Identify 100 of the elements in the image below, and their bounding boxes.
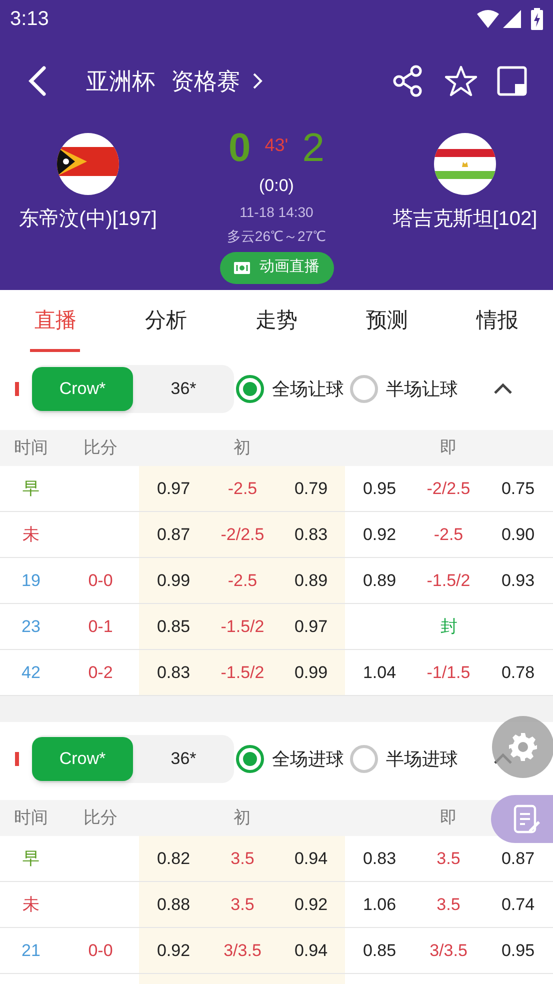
odds-cell: 0.85 xyxy=(139,604,208,649)
radio-label: 半场让球 xyxy=(386,378,458,400)
odds-cell-text: 3.5 xyxy=(436,848,462,870)
odds-cell-text: 0.78 xyxy=(500,662,536,684)
time-cell-text: 23 xyxy=(20,616,42,638)
odds-cell-text: 0.85 xyxy=(362,940,398,962)
column-header: 初 xyxy=(232,437,252,460)
signal-icon xyxy=(503,10,521,28)
radio-button[interactable] xyxy=(350,745,378,773)
odds-cell-text: 1.04 xyxy=(362,662,398,684)
odds-cell: 3.5 xyxy=(208,836,277,881)
odds-cell: -1.5/2 xyxy=(208,604,277,649)
odds-cell-text: 0.95 xyxy=(500,940,536,962)
settings-icon xyxy=(508,732,538,762)
half-time-score: (0:0) xyxy=(259,175,294,197)
page-title: 资格赛 xyxy=(171,66,240,96)
score-cell-text: 0-2 xyxy=(87,662,114,684)
column-header: 即 xyxy=(439,807,458,830)
share-icon[interactable] xyxy=(393,65,423,97)
section-marker xyxy=(15,382,19,396)
odds-cell-text: 0.74 xyxy=(500,894,536,916)
odds-cell: 0.92 xyxy=(139,928,208,973)
odds-cell-text: 3/3.5 xyxy=(428,940,468,962)
odds-cell-text: 0.92 xyxy=(362,524,398,546)
page-title: 亚洲杯 xyxy=(86,66,155,96)
odds-cell: 0.83 xyxy=(277,512,345,557)
time-cell-text: 42 xyxy=(20,662,42,684)
note-edit-icon xyxy=(513,804,541,834)
match-datetime: 11-18 14:30 xyxy=(240,202,314,222)
odds-cell: 0.89 xyxy=(277,558,345,603)
team-name: 塔吉克斯坦[102] xyxy=(392,207,538,232)
time-cell-text: 19 xyxy=(20,570,42,592)
star-icon[interactable] xyxy=(445,65,477,97)
weather: 多云26℃～27℃ xyxy=(226,226,326,246)
time-cell-text: 未 xyxy=(22,524,40,546)
odds-cell: -2/2.5 xyxy=(208,512,277,557)
tab[interactable]: 直播 xyxy=(0,290,111,352)
tab[interactable]: 预测 xyxy=(332,290,442,352)
column-header: 即 xyxy=(439,437,458,460)
time-cell-text: 21 xyxy=(20,940,42,962)
tab[interactable]: 情报 xyxy=(442,290,553,352)
odds-cell: 0.94 xyxy=(277,928,345,973)
odds-cell: 0.82 xyxy=(139,836,208,881)
score-cell-text: 0-0 xyxy=(87,940,114,962)
score-cell-text: 0-0 xyxy=(87,570,114,592)
radio-button[interactable] xyxy=(350,375,378,403)
tab[interactable]: 分析 xyxy=(110,290,222,352)
column-header: 比分 xyxy=(82,437,118,460)
odds-cell: 0.99 xyxy=(277,650,345,695)
odds-cell: 0.92 xyxy=(277,882,345,927)
odds-cell-text: 0.93 xyxy=(500,570,536,592)
odds-cell-text: -2/2.5 xyxy=(426,478,472,500)
odds-cell: -2.5 xyxy=(208,466,277,511)
odds-cell-text: 3.5 xyxy=(436,894,462,916)
column-header: 时间 xyxy=(13,437,49,460)
odds-cell-text: 0.87 xyxy=(500,848,536,870)
radio-button[interactable] xyxy=(236,375,264,403)
back-icon[interactable] xyxy=(26,65,48,97)
match-minute: 43' xyxy=(264,134,288,156)
odds-cell: 0.99 xyxy=(139,558,208,603)
odds-cell: -2.5 xyxy=(208,558,277,603)
home-score: 0 xyxy=(228,125,251,172)
caret-up-icon[interactable] xyxy=(493,383,513,395)
closed-cell-text: 封 xyxy=(440,616,458,638)
odds-cell: 0.87 xyxy=(139,512,208,557)
pitch-icon xyxy=(234,262,250,274)
column-header: 比分 xyxy=(82,807,118,830)
status-time: 3:13 xyxy=(10,7,50,32)
odds-cell-text: 1.06 xyxy=(362,894,398,916)
battery-icon xyxy=(531,8,543,30)
notes-button[interactable] xyxy=(491,795,553,843)
odds-cell: 3/3.5 xyxy=(208,928,277,973)
bookmaker-tab[interactable]: 36* xyxy=(133,367,234,411)
odds-cell-text: -1/1.5 xyxy=(426,662,472,684)
bookmaker-tab[interactable]: 36* xyxy=(133,737,234,781)
odds-cell-text: 0.89 xyxy=(362,570,398,592)
column-header: 初 xyxy=(232,807,252,830)
odds-cell-text: 0.75 xyxy=(500,478,536,500)
window-icon[interactable] xyxy=(497,66,527,96)
odds-cell-text: 0.90 xyxy=(500,524,536,546)
chevron-right-icon[interactable] xyxy=(252,72,264,90)
odds-cell-text: -1.5/2 xyxy=(426,570,472,592)
odds-cell: 0.97 xyxy=(139,466,208,511)
time-cell-text: 未 xyxy=(22,894,40,916)
odds-cell: 0.88 xyxy=(139,882,208,927)
odds-cell: 3.5 xyxy=(208,882,277,927)
column-header: 时间 xyxy=(13,807,49,830)
odds-cell: 0.94 xyxy=(277,836,345,881)
odds-cell-text: 0.83 xyxy=(362,848,398,870)
section-marker xyxy=(15,752,19,766)
score-cell-text: 0-1 xyxy=(87,616,114,638)
time-cell-text: 早 xyxy=(22,848,40,870)
tab[interactable]: 走势 xyxy=(221,290,332,352)
odds-cell: 0.79 xyxy=(277,466,345,511)
odds-cell: 0.83 xyxy=(139,650,208,695)
odds-cell-text: -2.5 xyxy=(432,524,464,546)
wifi-icon xyxy=(477,10,499,28)
away-score: 2 xyxy=(302,125,324,172)
radio-label: 全场进球 xyxy=(272,748,344,770)
radio-button[interactable] xyxy=(236,745,264,773)
